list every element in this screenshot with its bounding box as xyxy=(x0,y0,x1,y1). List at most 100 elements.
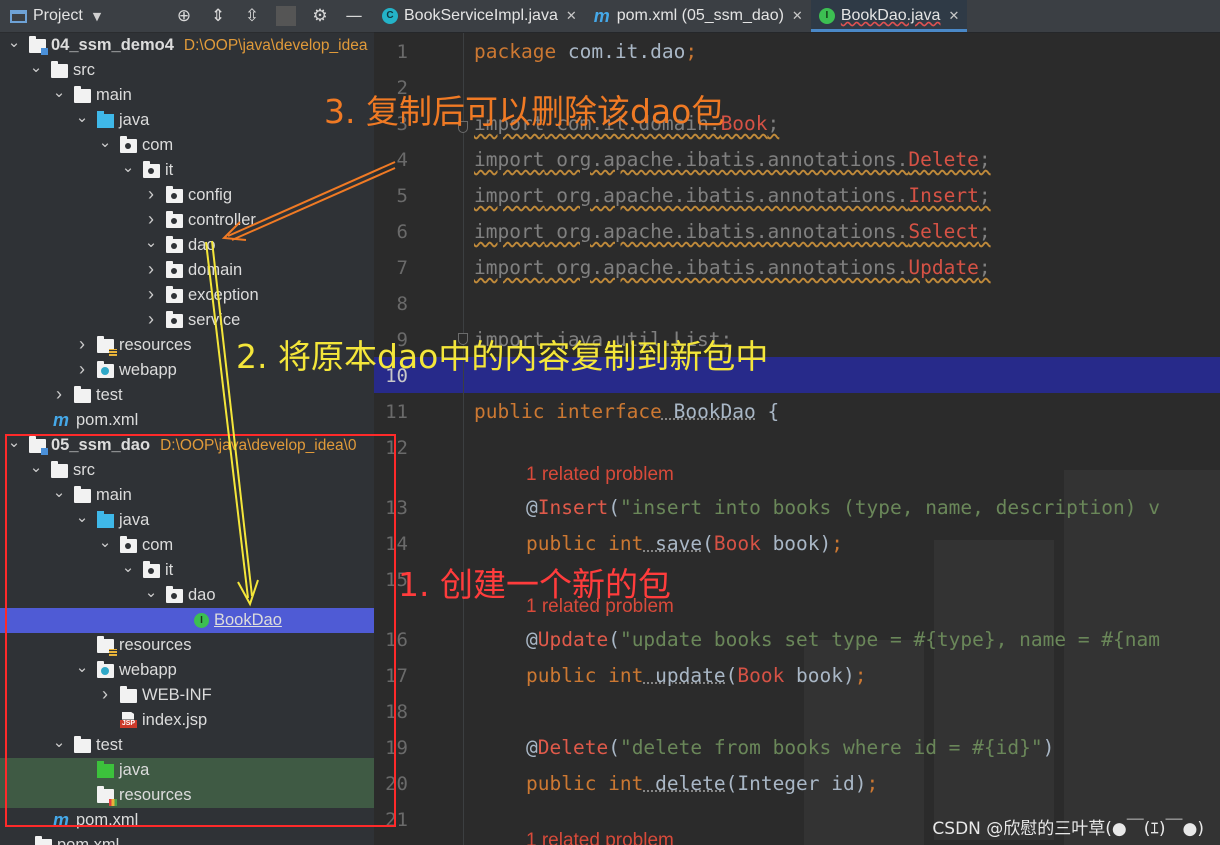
tree-item-controller[interactable]: controller xyxy=(0,208,374,233)
maven-icon: m xyxy=(52,409,69,430)
chevron-down-icon[interactable] xyxy=(6,37,22,55)
chevron-right-icon[interactable] xyxy=(143,285,159,306)
tab-pom-xml[interactable]: m pom.xml (05_ssm_dao) ✕ xyxy=(585,0,811,32)
code-line-7[interactable]: import org.apache.ibatis.annotations.Upd… xyxy=(474,256,991,279)
paren: ( xyxy=(608,628,620,651)
collapse-all-icon[interactable]: ⇳ xyxy=(242,6,262,26)
tree-item-dao-old[interactable]: dao xyxy=(0,233,374,258)
tree-item-label: domain xyxy=(188,261,243,279)
chevron-down-icon[interactable] xyxy=(97,137,113,155)
method-name: update xyxy=(643,664,726,687)
semicolon: ; xyxy=(854,664,867,687)
chevron-down-icon[interactable] xyxy=(143,237,159,255)
chevron-right-icon[interactable] xyxy=(143,260,159,281)
chevron-down-icon[interactable] xyxy=(120,162,136,180)
chevron-right-icon[interactable] xyxy=(51,385,67,406)
project-toolbar: ⊕ ⇕ ⇳ ⚙ — xyxy=(174,6,364,26)
paren: ) xyxy=(854,772,867,795)
gear-icon[interactable]: ⚙ xyxy=(310,6,330,26)
minimize-icon[interactable]: — xyxy=(344,6,364,26)
chevron-right-icon[interactable] xyxy=(143,310,159,331)
resources-folder-icon xyxy=(97,335,117,356)
semicolon: ; xyxy=(978,256,991,279)
chevron-right-icon[interactable] xyxy=(74,360,90,381)
related-problem-hint[interactable]: 1 related problem xyxy=(526,830,674,845)
package-icon xyxy=(166,185,183,203)
code-line-19[interactable]: @Delete("delete from books where id = #{… xyxy=(526,736,1054,759)
class-ref: Book xyxy=(713,532,761,555)
code-line-5[interactable]: import org.apache.ibatis.annotations.Ins… xyxy=(474,184,991,207)
watermark: CSDN @欣慰的三叶草(●￣(ｴ)￣●) xyxy=(932,819,1204,839)
code-line-6[interactable]: import org.apache.ibatis.annotations.Sel… xyxy=(474,220,991,243)
tree-item-pom[interactable]: m pom.xml xyxy=(0,408,374,433)
class-ref: Insert xyxy=(908,184,979,207)
semicolon: ; xyxy=(978,220,991,243)
tree-item-main[interactable]: main xyxy=(0,83,374,108)
target-icon[interactable]: ⊕ xyxy=(174,6,194,26)
tree-item-java[interactable]: java xyxy=(0,108,374,133)
tree-item-label: dao xyxy=(188,236,216,254)
class-ref: Select xyxy=(908,220,979,243)
tree-item-label: config xyxy=(188,186,233,204)
code-line-17[interactable]: public int update(Book book); xyxy=(526,664,867,687)
import-path: org.apache.ibatis.annotations. xyxy=(544,256,909,279)
chevron-down-icon[interactable] xyxy=(51,87,67,105)
brace: { xyxy=(755,400,780,423)
line-number: 6 xyxy=(396,221,408,243)
code-line-4[interactable]: import org.apache.ibatis.annotations.Del… xyxy=(474,148,991,171)
close-icon[interactable]: ✕ xyxy=(566,8,577,24)
tree-item-it[interactable]: it xyxy=(0,158,374,183)
code-line-20[interactable]: public int delete(Integer id); xyxy=(526,772,878,795)
tab-bookserviceimpl[interactable]: C BookServiceImpl.java ✕ xyxy=(374,0,585,32)
project-header: Project ▼ ⊕ ⇕ ⇳ ⚙ — xyxy=(0,0,374,33)
tab-label: pom.xml (05_ssm_dao) xyxy=(616,7,784,24)
related-problem-hint[interactable]: 1 related problem xyxy=(526,464,674,486)
tree-item-label: webapp xyxy=(119,361,177,379)
tree-item-pom[interactable]: pom.xml xyxy=(0,833,374,845)
package-icon xyxy=(120,135,137,153)
package-icon xyxy=(166,260,183,278)
chevron-right-icon[interactable] xyxy=(74,335,90,356)
class-icon: C xyxy=(382,8,398,24)
semicolon: ; xyxy=(978,184,991,207)
expand-all-icon[interactable]: ⇕ xyxy=(208,6,228,26)
project-view-selector[interactable]: Project xyxy=(33,7,83,25)
close-icon[interactable]: ✕ xyxy=(792,8,803,24)
paren: ( xyxy=(702,532,714,555)
tree-item-test[interactable]: test xyxy=(0,383,374,408)
tab-label: BookDao.java xyxy=(840,7,941,24)
tree-item-config[interactable]: config xyxy=(0,183,374,208)
source-folder-icon xyxy=(97,110,114,128)
package-icon xyxy=(143,160,160,178)
code-line-11[interactable]: public interface BookDao { xyxy=(474,400,779,423)
tree-item-exception[interactable]: exception xyxy=(0,283,374,308)
keyword: import xyxy=(474,148,545,171)
keyword: import xyxy=(474,220,545,243)
chevron-down-icon[interactable] xyxy=(28,62,44,80)
code-line-13[interactable]: @Insert("insert into books (type, name, … xyxy=(526,496,1160,519)
tree-item-domain[interactable]: domain xyxy=(0,258,374,283)
paren: ) xyxy=(1042,736,1055,759)
import-path: org.apache.ibatis.annotations. xyxy=(544,184,909,207)
tab-bookdao[interactable]: I BookDao.java ✕ xyxy=(810,0,968,32)
code-line-1[interactable]: package com.it.dao; xyxy=(474,40,697,63)
keyword: import xyxy=(474,256,545,279)
code-line-16[interactable]: @Update("update books set type = #{type}… xyxy=(526,628,1160,651)
tree-item-module-04[interactable]: 04_ssm_demo4 D:\OOP\java\develop_idea xyxy=(0,33,374,58)
import-path: org.apache.ibatis.annotations. xyxy=(544,148,909,171)
tree-item-com[interactable]: com xyxy=(0,133,374,158)
chevron-right-icon[interactable] xyxy=(143,210,159,231)
chevron-right-icon[interactable] xyxy=(143,185,159,206)
keyword: public int xyxy=(526,772,644,795)
tree-item-label: resources xyxy=(119,336,192,354)
chevron-down-icon[interactable]: ▼ xyxy=(93,10,101,23)
chevron-down-icon[interactable] xyxy=(74,112,90,130)
tree-item-src[interactable]: src xyxy=(0,58,374,83)
package-icon xyxy=(166,285,183,303)
method-name: save xyxy=(643,532,703,555)
code-line-14[interactable]: public int save(Book book); xyxy=(526,532,843,555)
close-icon[interactable]: ✕ xyxy=(948,8,959,24)
class-ref: Delete xyxy=(908,148,979,171)
annotation-name: Insert xyxy=(537,496,609,519)
line-number: 7 xyxy=(396,257,408,279)
